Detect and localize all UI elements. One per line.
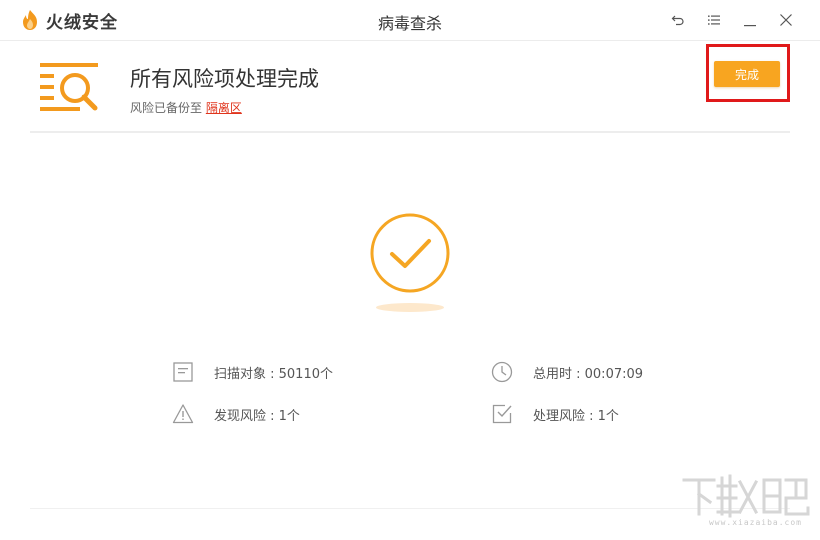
backup-text: 风险已备份至 [130,101,206,115]
done-button[interactable]: 完成 [714,61,780,87]
menu-button[interactable] [696,10,732,30]
stat-found-risks: 发现风险 : 1个 [172,403,300,425]
close-button[interactable] [768,10,804,30]
check-shadow [376,303,444,312]
total-time-text: 总用时 : 00:07:09 [533,366,644,382]
watermark-url: www.xiazaiba.com [708,518,802,527]
check-circle-icon [370,213,450,293]
checkbox-checked-icon [492,404,512,424]
result-subtitle: 风险已备份至 隔离区 [130,99,242,116]
scan-list-icon [40,63,98,111]
minimize-icon [744,25,756,27]
back-icon [671,15,684,26]
scan-objects-text: 扫描对象 : 50110个 [214,366,333,382]
stat-handled-risks: 处理风险 : 1个 [491,403,619,425]
result-header: 所有风险项处理完成 风险已备份至 隔离区 [30,41,790,133]
stat-scan-objects: 扫描对象 : 50110个 [172,361,333,383]
back-button[interactable] [660,10,696,30]
handled-risks-text: 处理风险 : 1个 [533,408,619,424]
warning-icon [172,404,194,424]
result-title: 所有风险项处理完成 [130,67,319,91]
stat-total-time: 总用时 : 00:07:09 [491,361,643,383]
title-bar: 火绒安全 病毒查杀 [0,0,820,41]
quarantine-link[interactable]: 隔离区 [206,101,242,115]
menu-icon [708,15,720,25]
found-risks-text: 发现风险 : 1个 [214,408,300,424]
window-controls [660,10,804,30]
footer-divider [30,508,790,509]
clock-icon [491,361,513,383]
minimize-button[interactable] [732,10,768,30]
document-icon [173,362,193,382]
close-icon [780,14,792,26]
